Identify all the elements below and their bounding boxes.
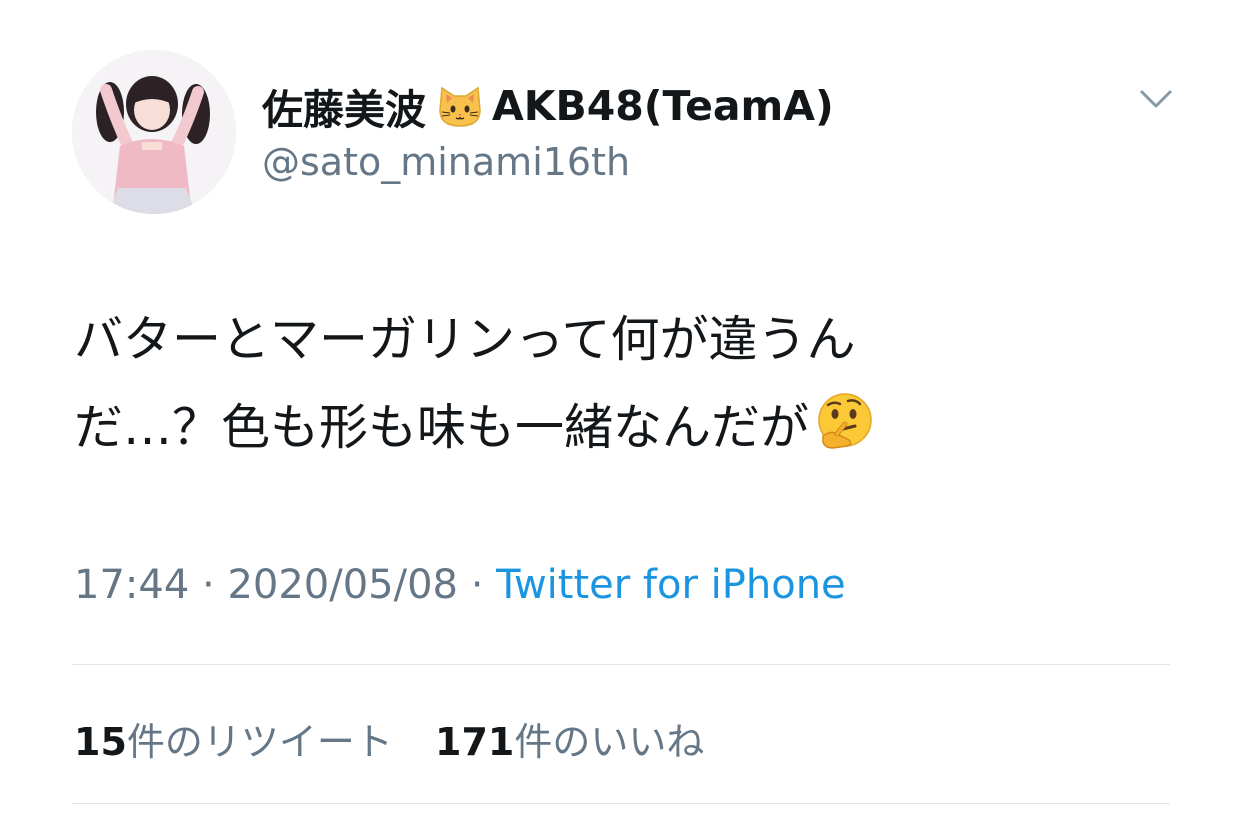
tweet-date: 2020/05/08 bbox=[227, 562, 458, 608]
likes-stat[interactable]: 171件のいいね bbox=[435, 711, 704, 766]
divider bbox=[72, 664, 1170, 665]
avatar-image bbox=[72, 50, 236, 214]
likes-count: 171 bbox=[435, 720, 515, 764]
divider bbox=[72, 803, 1170, 804]
tweet-stats: 15件のリツイート 171件のいいね bbox=[74, 711, 734, 766]
tweet-text-line-2-wrapper: だ…？色も形も味も一緒なんだが bbox=[74, 384, 1154, 472]
tweet-text: バターとマーガリンって何が違うん だ…？色も形も味も一緒なんだが bbox=[74, 296, 1154, 472]
meta-separator: · bbox=[457, 562, 497, 608]
tweet-meta: 17:44 · 2020/05/08 · Twitter for iPhone bbox=[74, 562, 846, 608]
retweets-count: 15 bbox=[74, 720, 127, 764]
avatar[interactable] bbox=[72, 50, 236, 214]
tweet-source-link[interactable]: Twitter for iPhone bbox=[496, 562, 846, 608]
chevron-down-icon[interactable] bbox=[1136, 82, 1176, 118]
retweets-label: 件のリツイート bbox=[126, 720, 393, 764]
tweet-time: 17:44 bbox=[74, 562, 190, 608]
thinking-face-icon bbox=[813, 390, 877, 454]
display-name-text: 佐藤美波 bbox=[262, 86, 426, 134]
tweet-detail: 佐藤美波 AKB48(TeamA) @sato_minami16th バターとマ… bbox=[0, 0, 1242, 815]
team-name: AKB48(TeamA) bbox=[492, 82, 834, 130]
tweet-text-line-2: だ…？色も形も味も一緒なんだが bbox=[74, 399, 810, 456]
meta-separator: · bbox=[189, 562, 228, 608]
display-name[interactable]: 佐藤美波 AKB48(TeamA) bbox=[262, 76, 834, 136]
tweet-text-line-1: バターとマーガリンって何が違うん bbox=[74, 311, 856, 368]
likes-label: 件のいいね bbox=[514, 720, 705, 764]
user-handle[interactable]: @sato_minami16th bbox=[262, 140, 630, 184]
retweets-stat[interactable]: 15件のリツイート bbox=[74, 711, 393, 766]
cat-face-icon bbox=[436, 82, 484, 130]
